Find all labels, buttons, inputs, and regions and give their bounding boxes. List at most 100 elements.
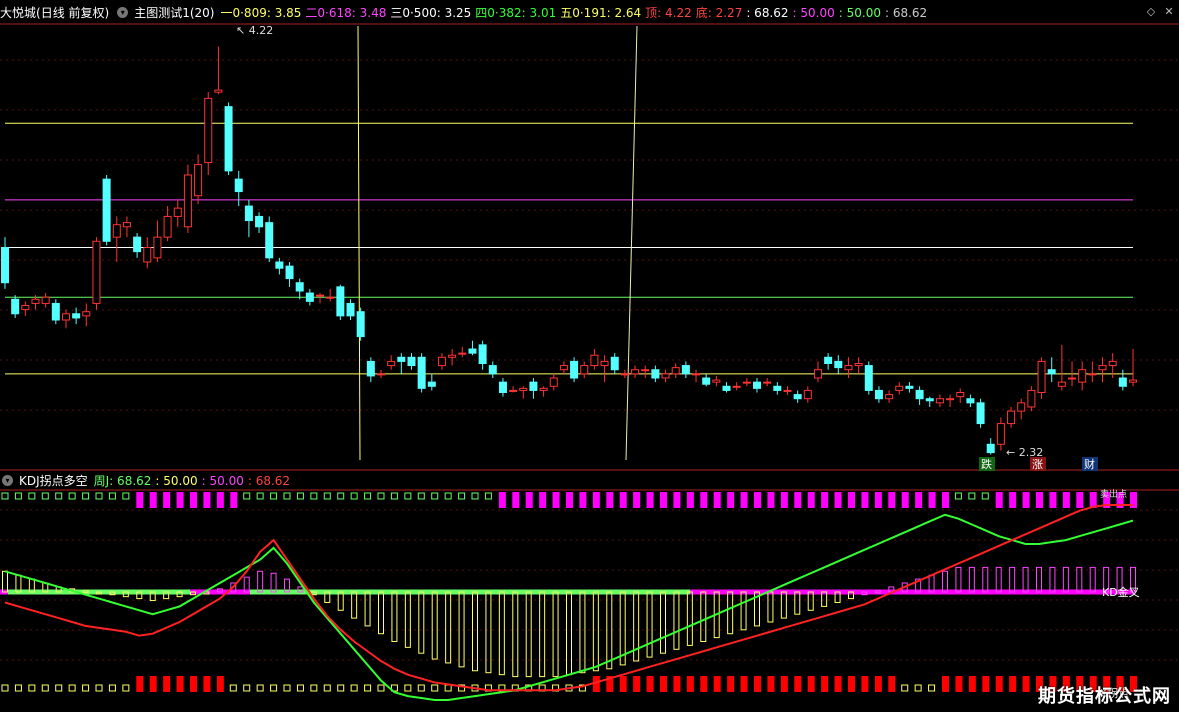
bottom-signal-square [229,684,237,692]
top-signal-bar [660,492,667,508]
candle-body [366,360,375,377]
bottom-signal-square [82,684,90,692]
top-signal-bar [874,492,882,508]
candle-body [336,286,345,317]
candle-body [986,443,995,454]
bottom-signal-bar [767,676,775,692]
candle-body [387,360,396,367]
top-signal-square [14,492,22,500]
top-signal-bar [834,492,842,508]
j-histogram-bar [431,591,438,660]
candle-body [417,356,426,389]
top-signal-bar [901,492,909,508]
candle-body [316,294,325,297]
bottom-signal-square [323,684,331,692]
candle-body [437,356,446,367]
candle-body [641,369,650,372]
bottom-signal-bar [619,676,627,692]
bottom-signal-square [928,684,936,692]
bottom-signal-bar [216,676,224,692]
candle-body [173,207,182,217]
candle-body [661,373,670,379]
candle-body [600,360,609,367]
top-signal-bar [888,492,896,508]
top-signal-square [377,492,385,500]
j-histogram-bar [418,591,425,654]
candle-body [102,178,111,242]
candle-body [742,381,751,384]
bottom-signal-square [55,684,63,692]
candle-body [702,377,711,385]
bottom-signal-square [1,684,9,692]
candle-body [163,215,172,238]
candle-body [498,381,507,393]
top-signal-square [390,492,398,500]
bottom-signal-square [417,684,425,692]
candle-body [377,373,385,376]
j-histogram-bar [445,591,452,664]
top-signal-square [350,492,358,500]
candle-body [1017,402,1026,412]
top-signal-bar [780,492,788,508]
bottom-signal-bar [176,676,184,692]
top-signal-bar [230,492,238,508]
bottom-signal-square [14,684,22,692]
bottom-signal-bar [1022,676,1030,692]
top-signal-square [122,492,130,500]
candle-body [844,365,853,371]
bottom-signal-square [310,684,318,692]
candle-body [783,389,792,392]
candle-body [895,385,904,391]
top-signal-bar [861,492,869,508]
candle-body [925,398,934,402]
j-histogram-bar [1022,566,1029,593]
candle-body [1118,377,1127,387]
top-signal-square [981,492,989,500]
bottom-signal-bar [1009,676,1017,692]
bottom-signal-square [270,684,278,692]
bottom-signal-square [296,684,304,692]
candle-body [1088,373,1097,376]
candle-body [763,381,772,384]
top-signal-bar [176,492,184,508]
top-signal-square [82,492,90,500]
top-signal-square [968,492,976,500]
candle-body [407,356,416,367]
bottom-signal-bar [727,676,735,692]
j-histogram-bar [660,591,666,654]
candle-body [559,365,568,371]
vertical-marker-line [357,25,361,461]
bottom-signal-square [68,684,76,692]
kdj-line-D [4,513,1134,701]
bottom-signal-square [431,684,439,692]
candle-body [194,164,203,197]
price-and-kdj-chart[interactable]: ↖ 4.22← 2.32跌涨财卖出点KD金叉K拐点 [0,0,1179,712]
candle-body [722,385,731,391]
candle-body [41,296,50,304]
bottom-signal-bar [700,676,708,692]
bottom-signal-bar [660,676,667,692]
tag-cai: 财 [1084,457,1095,471]
candle-body [1057,381,1066,387]
bottom-signal-bar [754,676,761,692]
top-signal-bar [539,492,547,508]
j-histogram-bar [1062,566,1069,593]
j-histogram-bar [566,591,572,676]
bottom-signal-bar [861,676,869,692]
bottom-signal-square [256,684,264,692]
candle-body [631,369,640,375]
j-histogram-bar [995,566,1002,593]
top-signal-bar [928,492,936,508]
candle-body [133,236,142,253]
candle-body [397,356,406,362]
bottom-signal-square [914,684,922,692]
top-signal-bar [794,492,802,508]
candle-body [478,344,487,365]
top-signal-bar [512,492,520,508]
candle-body [813,369,822,379]
candle-body [1078,369,1087,383]
j-histogram-bar [498,591,505,676]
candle-body [1027,389,1036,408]
bottom-signal-square [95,684,103,692]
candle-body [153,236,162,259]
